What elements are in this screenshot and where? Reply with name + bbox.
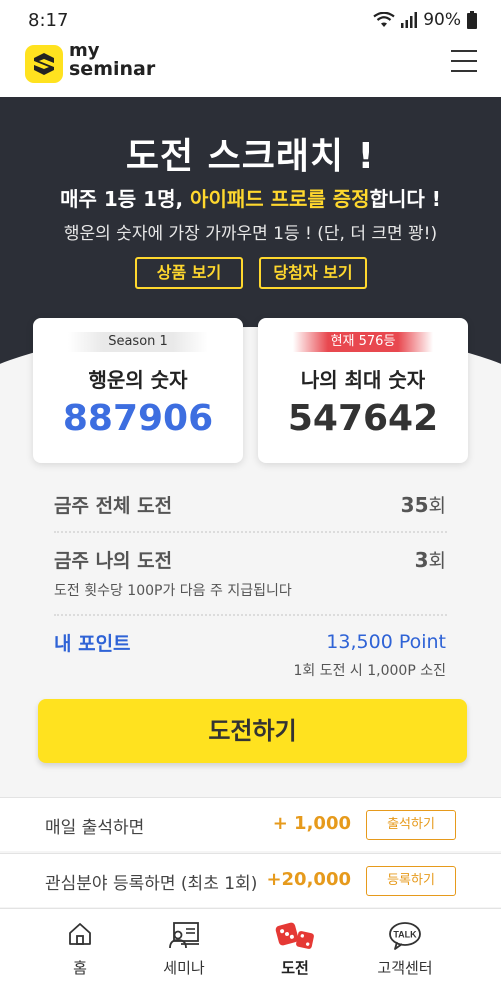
hero-description: 행운의 숫자에 가장 가까우면 1등 ! (단, 더 크면 꽝!) [63,224,438,244]
weekly-total-unit: 회 [428,495,446,517]
nav-seminar[interactable]: 세미나 [134,909,234,988]
hero-subtitle-highlight: 아이패드 프로를 증정 [190,187,370,211]
nav-challenge[interactable]: 도전 [245,909,345,988]
nav-customer-center-label: 고객센터 [377,959,433,977]
weekly-my-label: 금주 나의 도전 [54,550,173,572]
lucky-number-value: 887906 [62,398,214,439]
battery-percent: 90% [423,10,461,30]
register-interest-button[interactable]: 등록하기 [366,866,456,896]
weekly-total-value: 35회 [401,491,446,518]
status-time: 8:17 [28,10,69,31]
lucky-number-card: Season 1 행운의 숫자 887906 [33,318,243,463]
hero-subtitle: 매주 1등 1명, 아이패드 프로를 증정합니다 ! [0,183,501,212]
weekly-total-count: 35 [400,493,429,517]
my-max-number-value: 547642 [287,398,439,439]
rank-badge: 현재 576등 [293,332,433,352]
app-header: my seminar [0,40,501,97]
interest-reward-amount: +20,000 [266,869,351,890]
svg-text:TALK: TALK [393,930,417,940]
attendance-reward-label: 매일 출석하면 [45,818,145,838]
bottom-nav: 홈 세미나 도전 TALK 고객센터 [0,908,501,988]
weekly-total-label: 금주 전체 도전 [54,495,173,517]
my-points-label: 내 포인트 [54,633,131,655]
nav-home[interactable]: 홈 [30,909,130,988]
hero-subtitle-prefix: 매주 1등 1명, [60,187,191,211]
nav-seminar-label: 세미나 [163,959,205,977]
points-cost-note: 1회 도전 시 1,000P 소진 [293,663,446,679]
battery-icon [467,11,477,29]
view-winners-button[interactable]: 당첨자 보기 [259,257,367,289]
attendance-reward-row: 매일 출석하면 + 1,000 출석하기 [0,797,501,851]
status-bar: 8:17 90% [0,0,501,40]
divider [54,614,447,616]
weekly-my-count: 3 [414,548,429,572]
signal-icon [401,12,418,28]
nav-home-label: 홈 [73,959,87,977]
challenge-button[interactable]: 도전하기 [38,699,467,763]
nav-challenge-label: 도전 [281,959,309,977]
logo-line2: seminar [69,58,156,80]
logo-icon[interactable] [25,45,63,83]
challenge-reward-note: 도전 횟수당 100P가 다음 주 지급됩니다 [54,583,292,599]
hero-subtitle-suffix: 합니다 ! [369,187,441,211]
wifi-icon [373,12,395,28]
hero-title: 도전 스크래치 ! [125,136,376,177]
lucky-number-label: 행운의 숫자 [88,368,188,392]
weekly-my-unit: 회 [428,550,446,572]
my-points-value: 13,500 Point [326,631,446,653]
logo-text[interactable]: my seminar [69,41,155,79]
status-indicators: 90% [373,10,477,30]
nav-customer-center[interactable]: TALK 고객센터 [355,909,455,988]
weekly-my-value: 3회 [415,546,446,573]
check-in-button[interactable]: 출석하기 [366,810,456,840]
interest-reward-row: 관심분야 등록하면 (최초 1회) +20,000 등록하기 [0,853,501,907]
my-max-number-label: 나의 최대 숫자 [300,368,426,392]
divider [54,531,447,533]
my-max-number-card: 현재 576등 나의 최대 숫자 547642 [258,318,468,463]
attendance-reward-amount: + 1,000 [272,813,351,834]
hamburger-menu-icon[interactable] [451,50,477,72]
season-badge: Season 1 [68,332,208,352]
interest-reward-label: 관심분야 등록하면 (최초 1회) [45,874,258,894]
view-products-button[interactable]: 상품 보기 [135,257,243,289]
